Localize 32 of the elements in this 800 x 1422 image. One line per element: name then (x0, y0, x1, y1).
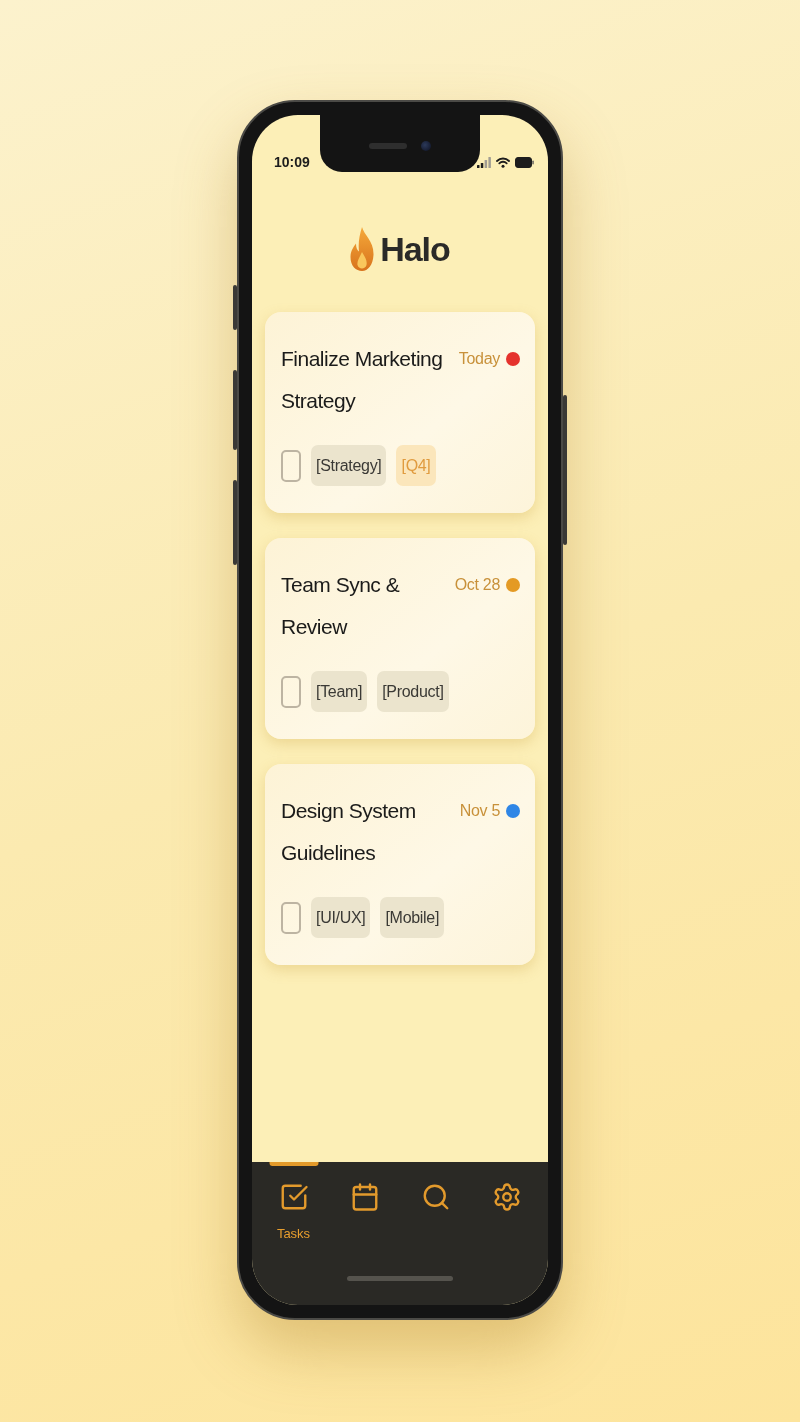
side-button[interactable] (233, 370, 237, 450)
task-card[interactable]: Team Sync & Review Oct 28 [Team] [Product] (265, 538, 535, 739)
active-tab-indicator (269, 1162, 318, 1166)
side-button[interactable] (233, 285, 237, 330)
task-checkbox[interactable] (281, 901, 301, 934)
battery-icon (515, 156, 534, 168)
task-title: Finalize Marketing Strategy (281, 346, 444, 414)
settings-icon (491, 1182, 522, 1212)
tasks-tab[interactable]: Tasks (258, 1162, 329, 1252)
due-date: Oct 28 (454, 576, 500, 594)
task-card[interactable]: Design System Guidelines Nov 5 [UI/UX] [Mobile] (265, 764, 535, 965)
app-title: Halo (380, 229, 450, 270)
due-date: Today (458, 350, 500, 368)
task-card[interactable]: Finalize Marketing Strategy Today [Strategy] [Q4] (265, 312, 535, 513)
task-tag: [Product] (377, 671, 449, 712)
flame-icon (350, 227, 375, 271)
camera-icon (421, 140, 431, 151)
task-title: Design System Guidelines (281, 798, 417, 866)
task-tag: [Team] (311, 671, 368, 712)
speaker-slot (369, 142, 407, 149)
task-tag: [Strategy] (311, 445, 387, 486)
due-date: Nov 5 (459, 802, 500, 820)
status-time: 10:09 (274, 153, 310, 172)
task-checkbox[interactable] (281, 449, 301, 482)
task-tag: [Q4] (396, 445, 436, 486)
task-tag: [UI/UX] (311, 897, 371, 938)
task-checkbox[interactable] (281, 675, 301, 708)
signal-icon (477, 156, 491, 168)
wifi-icon (496, 156, 510, 168)
side-button[interactable] (233, 480, 237, 565)
task-title: Team Sync & Review (281, 572, 401, 640)
task-tag: [Mobile] (380, 897, 445, 938)
